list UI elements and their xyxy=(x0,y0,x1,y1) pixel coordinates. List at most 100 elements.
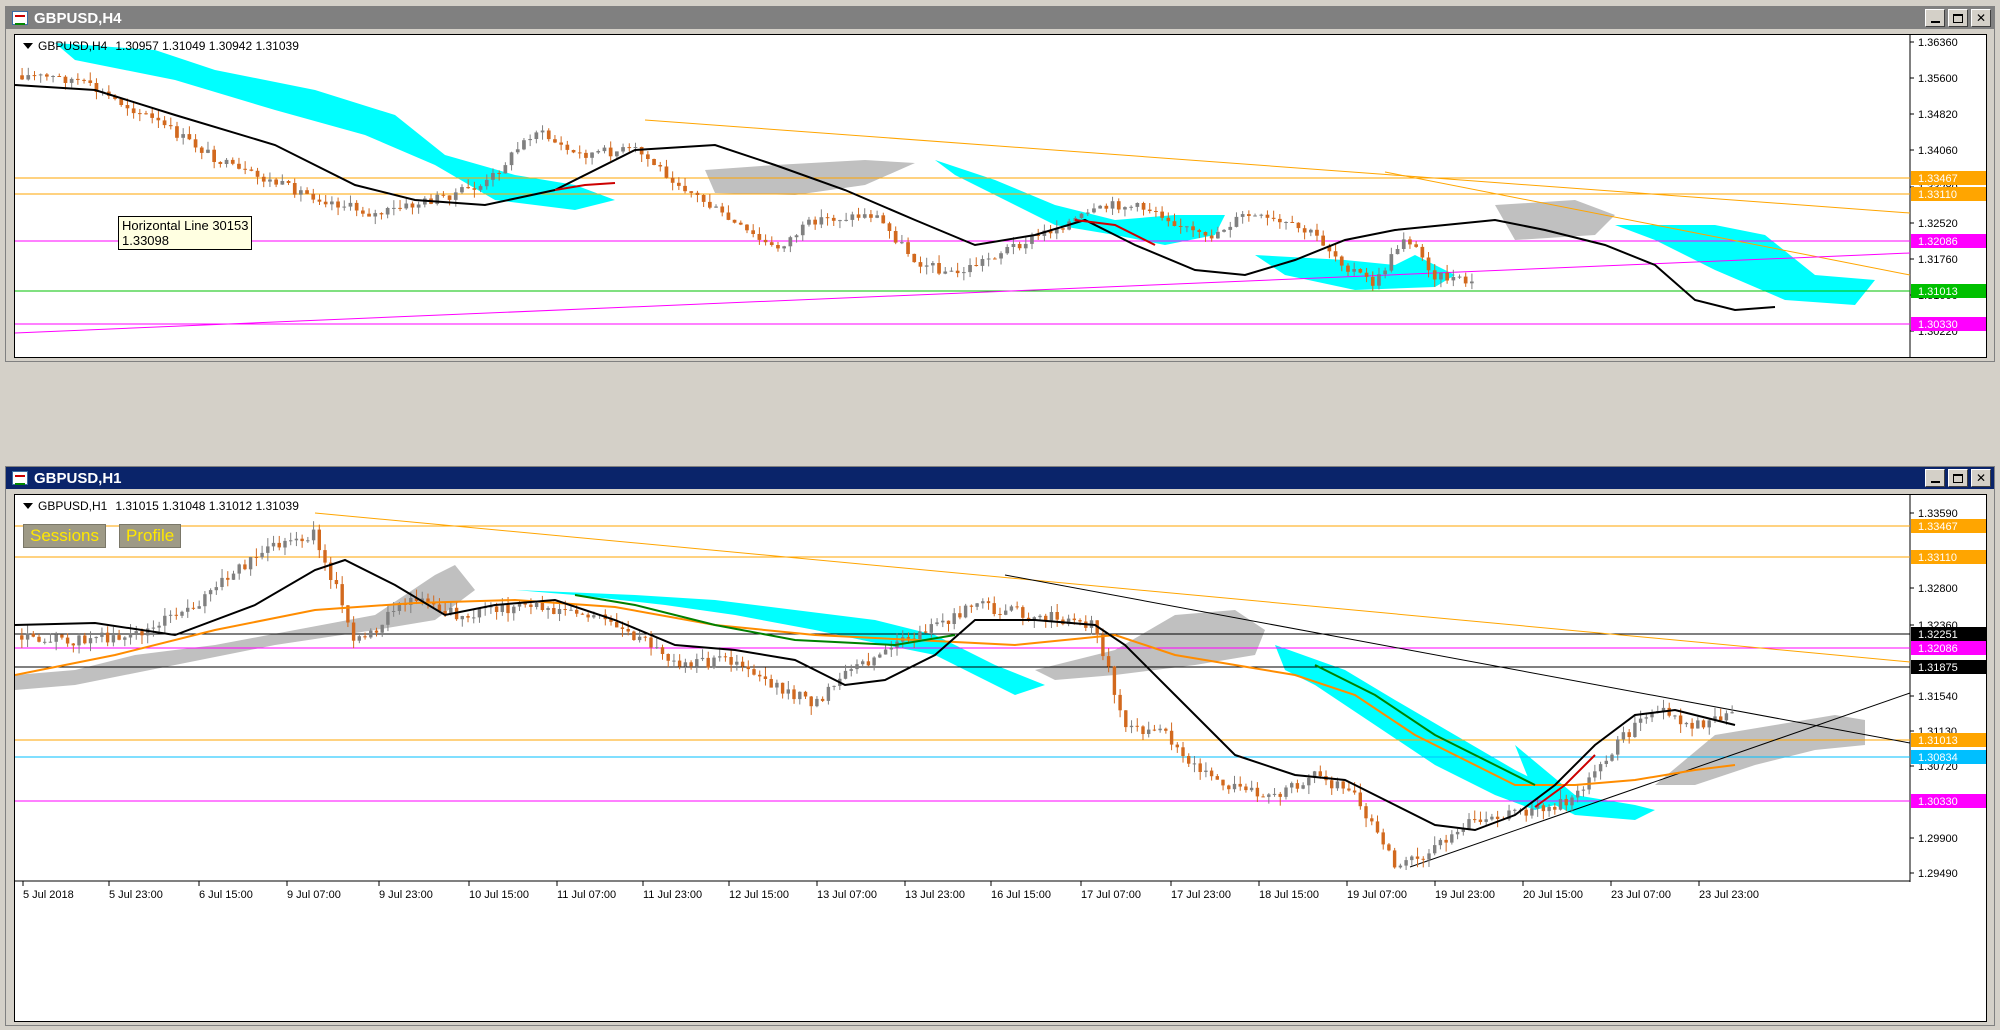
candle xyxy=(1259,214,1264,216)
candle xyxy=(1309,229,1313,233)
candle xyxy=(255,170,260,177)
chart-canvas-h4[interactable]: 1.363601.356001.348201.340601.332801.325… xyxy=(15,35,1987,358)
candle xyxy=(305,190,309,194)
price-chart-h4[interactable]: 1.363601.356001.348201.340601.332801.325… xyxy=(14,34,1987,358)
candle xyxy=(1249,787,1254,791)
candle xyxy=(20,75,24,80)
close-button[interactable]: ✕ xyxy=(1971,469,1991,487)
candle xyxy=(1116,201,1121,210)
window-titlebar-h4[interactable]: GBPUSD,H4 ✕ xyxy=(6,7,1994,29)
candle xyxy=(230,159,235,164)
candle xyxy=(1330,780,1334,789)
time-axis-label: 18 Jul 15:00 xyxy=(1259,889,1319,901)
candle xyxy=(515,149,520,153)
collapse-arrow-icon[interactable] xyxy=(23,503,33,509)
candle xyxy=(181,134,185,138)
candle xyxy=(1302,228,1307,233)
candle xyxy=(775,682,779,688)
chart-window-h4[interactable]: GBPUSD,H4 ✕ 1.36360 1.35600 1.34820 1.34060… xyxy=(5,6,1995,362)
minimize-button[interactable] xyxy=(1925,9,1945,27)
candle xyxy=(534,602,539,607)
candle xyxy=(941,620,945,623)
collapse-arrow-icon[interactable] xyxy=(23,43,33,49)
candle xyxy=(404,203,409,209)
candle xyxy=(689,662,693,667)
candle xyxy=(563,609,567,610)
candle xyxy=(1696,720,1700,729)
candle xyxy=(63,76,68,83)
candle xyxy=(212,149,216,162)
candle xyxy=(819,217,824,225)
chart-canvas-h1[interactable]: 1.335901.328001.323601.315401.311301.307… xyxy=(15,495,1987,1022)
candle xyxy=(426,598,430,602)
candle xyxy=(71,643,75,646)
candle xyxy=(51,76,55,77)
candle xyxy=(1005,247,1010,254)
symbol-label: GBPUSD,H4 xyxy=(38,39,108,53)
minimize-button[interactable] xyxy=(1925,469,1945,487)
maximize-button[interactable] xyxy=(1948,9,1968,27)
price-axis-label: 1.29490 xyxy=(1918,868,1958,880)
candle xyxy=(723,656,728,658)
candle xyxy=(105,632,110,643)
candle xyxy=(571,150,576,153)
price-badge-label: 1.33110 xyxy=(1918,552,1957,564)
candle xyxy=(1009,606,1014,611)
candle xyxy=(1673,715,1677,717)
candle xyxy=(575,609,579,614)
candle xyxy=(1398,865,1403,868)
time-axis-label: 6 Jul 15:00 xyxy=(199,889,253,901)
time-axis-area xyxy=(15,882,1986,1021)
candle xyxy=(608,147,613,157)
maximize-button[interactable] xyxy=(1948,469,1968,487)
price-chart-h1[interactable]: 1.33590 1.32800 1.32360 1.31540 1.31130 1.307… xyxy=(14,494,1987,1022)
candle xyxy=(1513,809,1517,811)
candle xyxy=(1719,716,1723,721)
candle xyxy=(1284,222,1288,223)
candle xyxy=(82,79,86,81)
profile-button[interactable]: Profile xyxy=(119,524,182,548)
candle xyxy=(1072,618,1076,621)
price-axis-label: 1.35600 xyxy=(1918,73,1958,85)
candle xyxy=(317,529,321,551)
candle xyxy=(1261,796,1265,798)
candle xyxy=(380,624,384,633)
candle xyxy=(1439,272,1443,280)
candle xyxy=(1055,612,1059,620)
candle xyxy=(540,602,545,610)
chart-window-h1[interactable]: GBPUSD,H1 ✕ 1.33590 1.32800 1.32360 1.31540… xyxy=(5,466,1995,1026)
candle xyxy=(283,540,287,548)
candle xyxy=(700,657,705,660)
candle xyxy=(856,214,861,218)
price-axis-label: 1.34060 xyxy=(1918,145,1958,157)
sessions-button[interactable]: Sessions xyxy=(23,524,106,548)
candle xyxy=(1377,274,1381,286)
candle xyxy=(534,132,539,139)
candle xyxy=(866,661,871,666)
candle xyxy=(157,625,161,628)
window-titlebar-h1[interactable]: GBPUSD,H1 ✕ xyxy=(6,467,1994,489)
candle xyxy=(472,188,477,190)
symbol-info-h4: GBPUSD,H4 1.30957 1.31049 1.30942 1.3103… xyxy=(23,39,299,53)
candle xyxy=(334,580,339,585)
candle xyxy=(745,224,749,231)
time-axis-label: 11 Jul 07:00 xyxy=(557,889,616,901)
price-axis-label: 1.36360 xyxy=(1918,37,1958,49)
candle xyxy=(1191,226,1195,231)
time-axis-label: 23 Jul 23:00 xyxy=(1699,889,1759,901)
candle xyxy=(131,108,136,114)
candle xyxy=(1455,831,1460,835)
candle xyxy=(1408,239,1412,245)
ohlc-values: 1.31015 1.31048 1.31012 1.31039 xyxy=(115,499,299,513)
price-badge-label: 1.31875 xyxy=(1918,662,1958,674)
candle xyxy=(248,557,253,570)
candle xyxy=(1129,725,1134,728)
candle xyxy=(306,540,310,542)
close-button[interactable]: ✕ xyxy=(1971,9,1991,27)
candle xyxy=(1295,783,1300,789)
minimize-icon xyxy=(1930,21,1940,23)
candle xyxy=(323,550,327,563)
candle xyxy=(825,217,830,219)
time-axis-label: 20 Jul 15:00 xyxy=(1523,889,1583,901)
candle xyxy=(1209,770,1214,777)
